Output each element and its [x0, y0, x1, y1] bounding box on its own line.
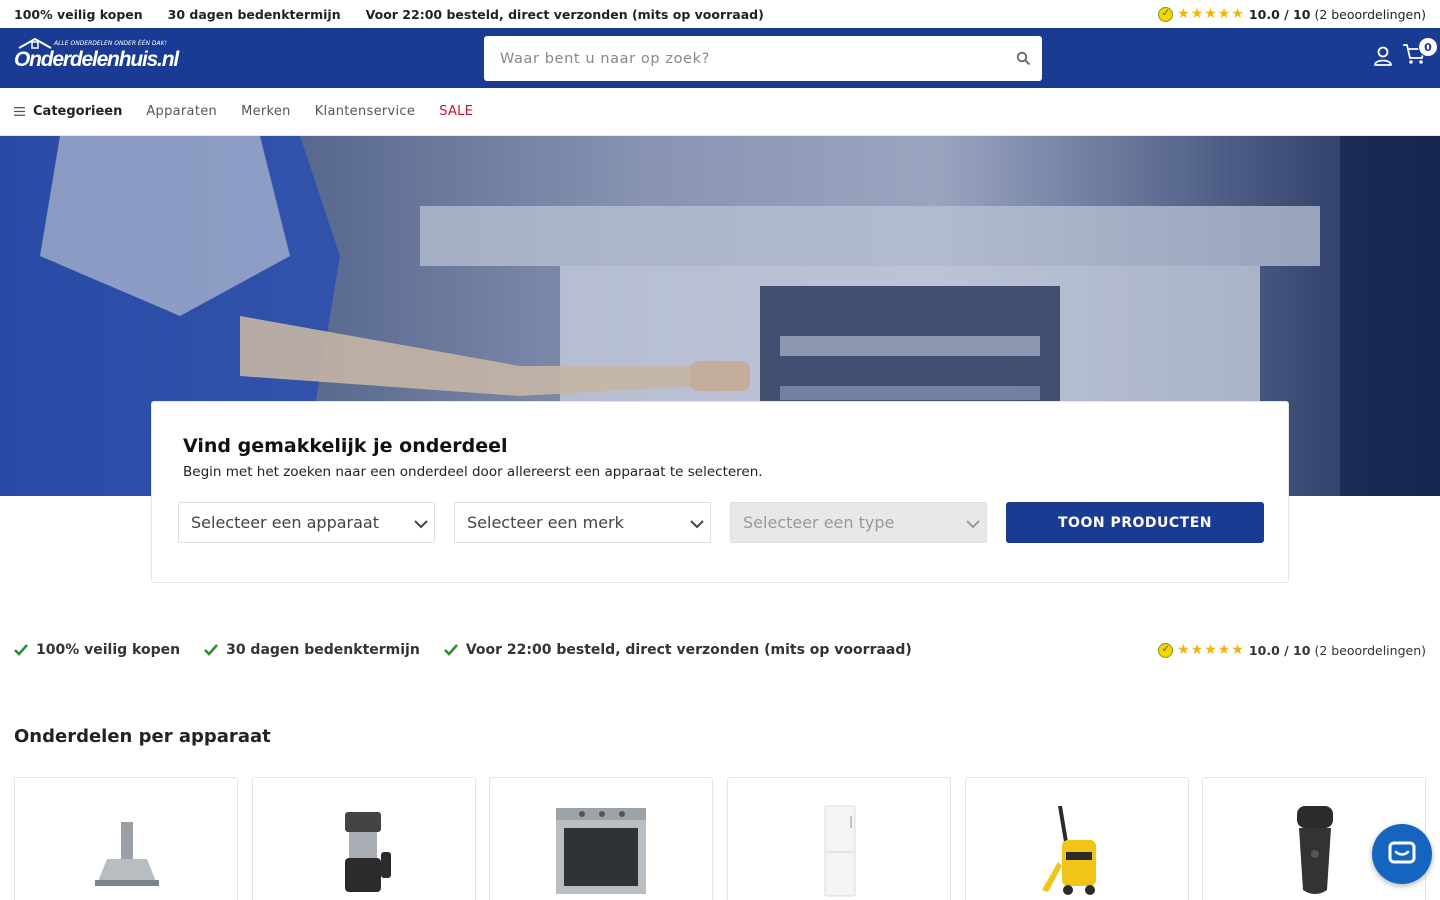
card-cooker-hood[interactable]: [14, 777, 238, 900]
coffee-maker-icon: [345, 812, 391, 892]
card-coffee-maker[interactable]: [252, 777, 476, 900]
select-type[interactable]: Selecteer een type: [730, 502, 987, 543]
review-rating[interactable]: ✓ ★★★★★ 10.0 / 10 (2 beoordelingen): [1158, 642, 1426, 658]
user-icon[interactable]: [1372, 45, 1394, 67]
usp-safe-shopping: 100% veilig kopen: [14, 6, 143, 22]
oven-icon: [556, 808, 646, 894]
rating-score: 10.0 / 10: [1248, 642, 1311, 658]
check-icon: [443, 644, 458, 656]
search-bar: [484, 36, 1042, 81]
finder-subtitle: Begin met het zoeken naar een onderdeel …: [183, 464, 763, 480]
rating-score: 10.0 / 10: [1248, 6, 1311, 22]
site-header: ALLE ONDERDELEN ONDER ÉÉN DAK! Onderdele…: [0, 28, 1440, 88]
show-products-button[interactable]: TOON PRODUCTEN: [1006, 502, 1264, 543]
card-refrigerator[interactable]: [727, 777, 951, 900]
select-type-value: Selecteer een type: [743, 513, 895, 532]
cooker-hood-icon: [95, 822, 159, 886]
kiyoh-badge-icon: ✓: [1158, 642, 1174, 658]
check-icon: [14, 644, 28, 656]
section-title: Onderdelen per apparaat: [14, 726, 271, 747]
nav-link-merken[interactable]: Merken: [241, 104, 291, 119]
chevron-down-icon: [690, 520, 704, 529]
rating-count: (2 beoordelingen): [1314, 6, 1426, 22]
search-input[interactable]: [484, 36, 984, 81]
chat-button[interactable]: [1372, 824, 1432, 884]
menu-icon: [14, 107, 25, 116]
usp-label: 100% veilig kopen: [36, 642, 181, 658]
appliance-cards: [14, 777, 1426, 900]
check-icon: [204, 644, 219, 656]
card-pressure-washer[interactable]: [965, 777, 1189, 900]
rating-stars: ★★★★★: [1177, 6, 1245, 22]
usp-label: 30 dagen bedenktermijn: [226, 642, 420, 658]
part-finder-panel: Vind gemakkelijk je onderdeel Begin met …: [151, 401, 1289, 583]
nav-link-klantenservice[interactable]: Klantenservice: [315, 104, 415, 119]
search-icon[interactable]: [1016, 51, 1030, 65]
logo-name: Onderdelenhuis.nl: [14, 48, 179, 71]
usp-return-period: 30 dagen bedenktermijn: [167, 6, 341, 22]
usp-item: 30 dagen bedenktermijn: [204, 642, 420, 658]
select-device-value: Selecteer een apparaat: [191, 513, 380, 532]
nav-link-sale[interactable]: SALE: [439, 104, 473, 119]
usp-item: Voor 22:00 besteld, direct verzonden (mi…: [443, 642, 912, 658]
pressure-washer-icon: [1042, 806, 1096, 895]
usp-bar: 100% veilig kopen 30 dagen bedenktermijn…: [0, 636, 1440, 664]
main-nav: Categorieen Apparaten Merken Klantenserv…: [0, 88, 1440, 136]
chat-icon: [1388, 841, 1416, 864]
categories-menu-button[interactable]: Categorieen: [14, 104, 122, 119]
card-oven[interactable]: [489, 777, 713, 900]
usp-item: 100% veilig kopen: [14, 642, 180, 658]
select-brand[interactable]: Selecteer een merk: [454, 502, 711, 543]
chevron-down-icon: [414, 520, 428, 529]
site-logo[interactable]: ALLE ONDERDELEN ONDER ÉÉN DAK! Onderdele…: [14, 37, 179, 79]
chevron-down-icon: [966, 520, 980, 529]
usp-shipping: Voor 22:00 besteld, direct verzonden (mi…: [365, 6, 764, 22]
usp-label: Voor 22:00 besteld, direct verzonden (mi…: [465, 642, 912, 658]
finder-title: Vind gemakkelijk je onderdeel: [183, 435, 508, 457]
rating-stars: ★★★★★: [1177, 642, 1245, 658]
categories-label: Categorieen: [33, 104, 123, 119]
shaver-icon: [1297, 806, 1333, 894]
rating-count: (2 beoordelingen): [1314, 642, 1426, 658]
cart-count-badge: 0: [1418, 37, 1438, 57]
cart-button[interactable]: 0: [1402, 37, 1438, 70]
header-actions: 0: [1372, 37, 1438, 70]
refrigerator-icon: [824, 805, 856, 897]
nav-link-apparaten[interactable]: Apparaten: [146, 104, 217, 119]
select-device[interactable]: Selecteer een apparaat: [178, 502, 435, 543]
logo-tagline: ALLE ONDERDELEN ONDER ÉÉN DAK!: [54, 40, 167, 47]
select-brand-value: Selecteer een merk: [467, 513, 624, 532]
review-rating[interactable]: ✓ ★★★★★ 10.0 / 10 (2 beoordelingen): [1158, 6, 1426, 22]
kiyoh-badge-icon: ✓: [1158, 6, 1174, 22]
usp-top-bar: 100% veilig kopen 30 dagen bedenktermijn…: [0, 0, 1440, 28]
